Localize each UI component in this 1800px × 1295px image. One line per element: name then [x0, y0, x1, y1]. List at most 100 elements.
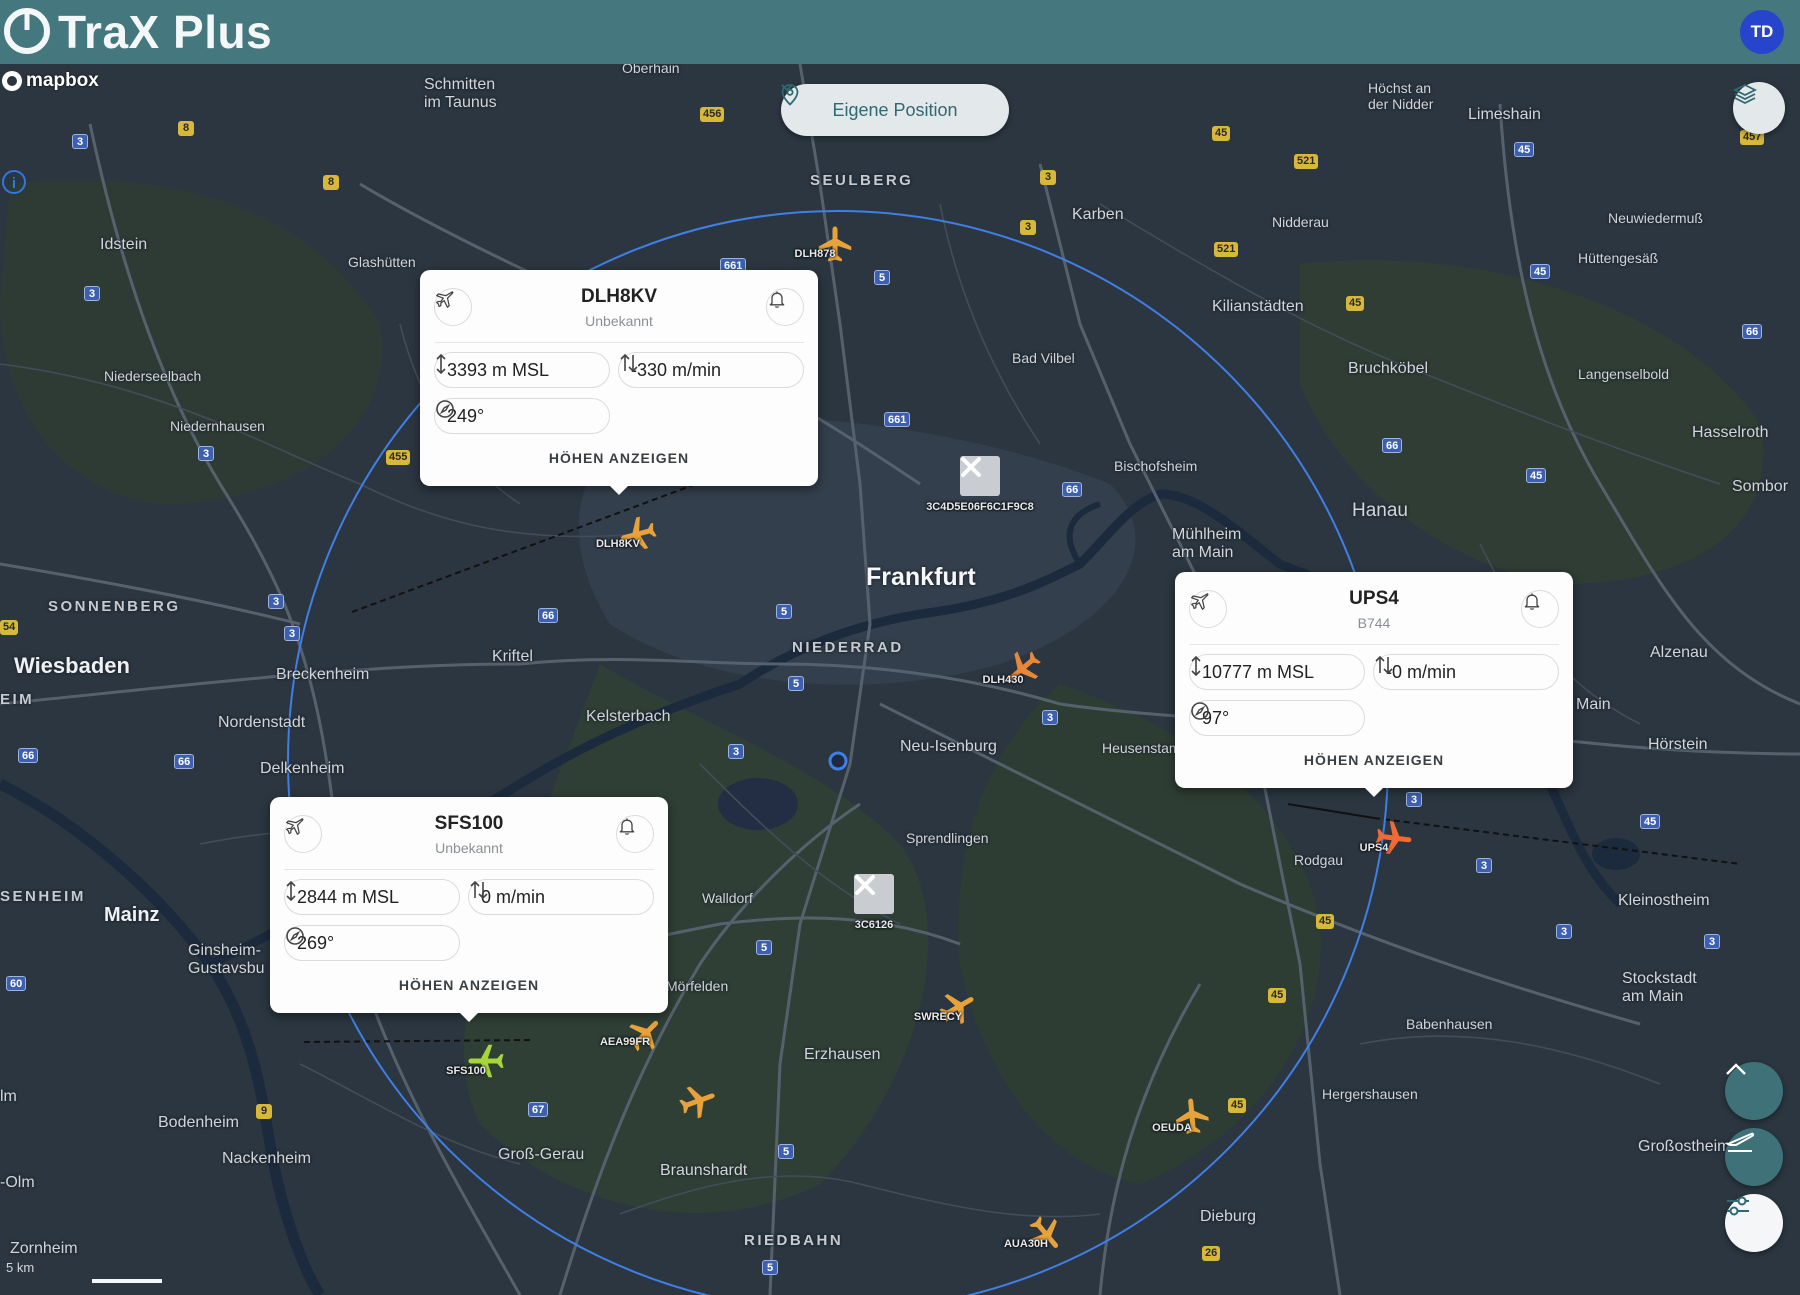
aircraft-info-popup: DLH8KV Unbekannt 3393 m MSL -330 m/min 249° H…	[420, 270, 818, 495]
road-shield: 45	[1228, 1098, 1247, 1113]
compass-icon	[286, 927, 304, 945]
place-label: Langenselbold	[1578, 366, 1670, 382]
vertical-speed-pill: 0 m/min	[468, 879, 654, 915]
show-altitudes-button[interactable]: HÖHEN ANZEIGEN	[420, 450, 818, 466]
ground-vehicle-marker[interactable]	[854, 874, 894, 914]
road-shield: 45	[1514, 142, 1535, 157]
road-shield: 45	[1268, 988, 1287, 1003]
map-layers-button[interactable]	[1733, 82, 1785, 134]
place-label: Neuwiedermuß	[1608, 210, 1703, 226]
close-x-icon	[961, 457, 981, 477]
road-shield: 3	[1020, 220, 1036, 235]
aircraft-callsign-label: DLH878	[794, 248, 836, 260]
altitude-value: 3393 m MSL	[447, 359, 550, 380]
bell-icon	[1524, 593, 1540, 610]
place-label: Mühlheim am Main	[1172, 526, 1242, 561]
road-shield: 8	[178, 121, 194, 136]
notification-button[interactable]	[1521, 590, 1559, 628]
place-label: Kleinostheim	[1618, 892, 1710, 909]
compass-icon	[1191, 702, 1209, 720]
road-shield: 3	[72, 134, 88, 149]
aircraft-info-popup: UPS4 B744 10777 m MSL -0 m/min 97° HÖHEN ANZE…	[1175, 572, 1573, 797]
aircraft-callsign-label: DLH430	[982, 674, 1024, 686]
airplane-takeoff-icon	[1725, 1132, 1755, 1152]
place-label: Kelsterbach	[586, 708, 671, 725]
road-shield: 45	[1530, 264, 1551, 279]
road-shield: 45	[1526, 468, 1547, 483]
place-label: Hergershausen	[1322, 1086, 1418, 1102]
own-position-dropdown[interactable]: Eigene Position	[781, 84, 1009, 136]
road-shield: 67	[528, 1102, 549, 1117]
heading-pill: 97°	[1189, 700, 1365, 736]
vertical-speed-pill: -330 m/min	[618, 352, 804, 388]
mapbox-attribution[interactable]: mapbox	[2, 70, 99, 92]
place-label: Mainz	[104, 904, 160, 926]
place-label: Dieburg	[1200, 1208, 1257, 1225]
aircraft-callsign-label: SFS100	[446, 1065, 486, 1077]
user-avatar[interactable]: TD	[1740, 10, 1784, 54]
aircraft-callsign-label: OEUDA	[1152, 1122, 1192, 1134]
aircraft-callsign-label: AEA99FR	[599, 1036, 651, 1048]
place-label: Kilianstädten	[1212, 298, 1304, 315]
popup-divider	[434, 342, 804, 343]
vertical-speed-value: -0 m/min	[1386, 661, 1457, 682]
place-label: Niedernhausen	[170, 418, 265, 434]
road-shield: 66	[1062, 482, 1083, 497]
road-shield: 66	[1742, 324, 1763, 339]
road-shield: 3	[198, 446, 214, 461]
heading-pill: 269°	[284, 925, 460, 961]
place-label: SEULBERG	[810, 172, 914, 189]
ground-vehicle-marker[interactable]	[960, 456, 1000, 496]
road-shield: 26	[1202, 1246, 1221, 1261]
show-altitudes-button[interactable]: HÖHEN ANZEIGEN	[270, 977, 668, 993]
place-label: Delkenheim	[260, 760, 345, 777]
altitude-arrow-icon	[436, 353, 446, 375]
place-label: Hörstein	[1648, 736, 1708, 753]
place-label: Kriftel	[492, 648, 533, 665]
vertical-speed-icon	[620, 353, 638, 373]
info-icon[interactable]: i	[2, 170, 26, 194]
altitude-value: 10777 m MSL	[1202, 661, 1315, 682]
altitude-arrow-icon	[1191, 655, 1201, 677]
altitude-pill: 10777 m MSL	[1189, 654, 1365, 690]
popup-aircraft-type: Unbekannt	[435, 840, 503, 856]
road-shield: 521	[1294, 154, 1319, 169]
place-label: Frankfurt	[866, 563, 976, 591]
place-label: Hüttengesäß	[1578, 250, 1659, 266]
road-shield: 3	[1476, 858, 1492, 873]
flight-list-button[interactable]	[1725, 1128, 1783, 1186]
place-label: Hasselroth	[1692, 424, 1769, 441]
popup-aircraft-type: Unbekannt	[585, 313, 653, 329]
notification-button[interactable]	[616, 815, 654, 853]
place-label: Breckenheim	[276, 666, 370, 683]
notification-button[interactable]	[766, 288, 804, 326]
place-label: Mörfelden	[666, 978, 729, 994]
place-label: Karben	[1072, 206, 1124, 223]
road-shield: 3	[1040, 170, 1056, 185]
mapbox-logo-icon	[2, 71, 22, 91]
road-shield: 9	[256, 1104, 272, 1119]
place-label: SENHEIM	[0, 888, 86, 905]
road-shield: 66	[18, 748, 39, 763]
filter-settings-button[interactable]	[1725, 1194, 1783, 1252]
road-shield: 5	[874, 270, 890, 285]
place-label: SONNENBERG	[48, 598, 181, 615]
ground-vehicle-label: 3C4D5E06F6C1F9C8	[926, 501, 1034, 513]
show-altitudes-button[interactable]: HÖHEN ANZEIGEN	[1175, 752, 1573, 768]
road-shield: 3	[84, 286, 100, 301]
scroll-up-button[interactable]	[1725, 1062, 1783, 1120]
road-shield: 3	[1556, 924, 1572, 939]
road-shield: 5	[778, 1144, 794, 1159]
vertical-speed-pill: -0 m/min	[1373, 654, 1559, 690]
map-scale-bar	[92, 1279, 162, 1283]
place-label: Limeshain	[1468, 106, 1541, 123]
place-label: Nordenstadt	[218, 714, 306, 731]
aircraft-callsign-label: SWRECY	[913, 1011, 963, 1023]
vertical-speed-icon	[1375, 655, 1393, 675]
map-view[interactable]: Oberhain Schmitten im Taunus Höchst an der N…	[0, 64, 1800, 1295]
place-label: Glashütten	[348, 254, 416, 270]
aircraft-callsign-label: DLH8KV	[595, 538, 641, 550]
place-label: Neu-Isenburg	[900, 738, 997, 755]
map-scale-label: 5 km	[6, 1260, 35, 1275]
ground-vehicle-label: 3C6126	[854, 919, 894, 931]
